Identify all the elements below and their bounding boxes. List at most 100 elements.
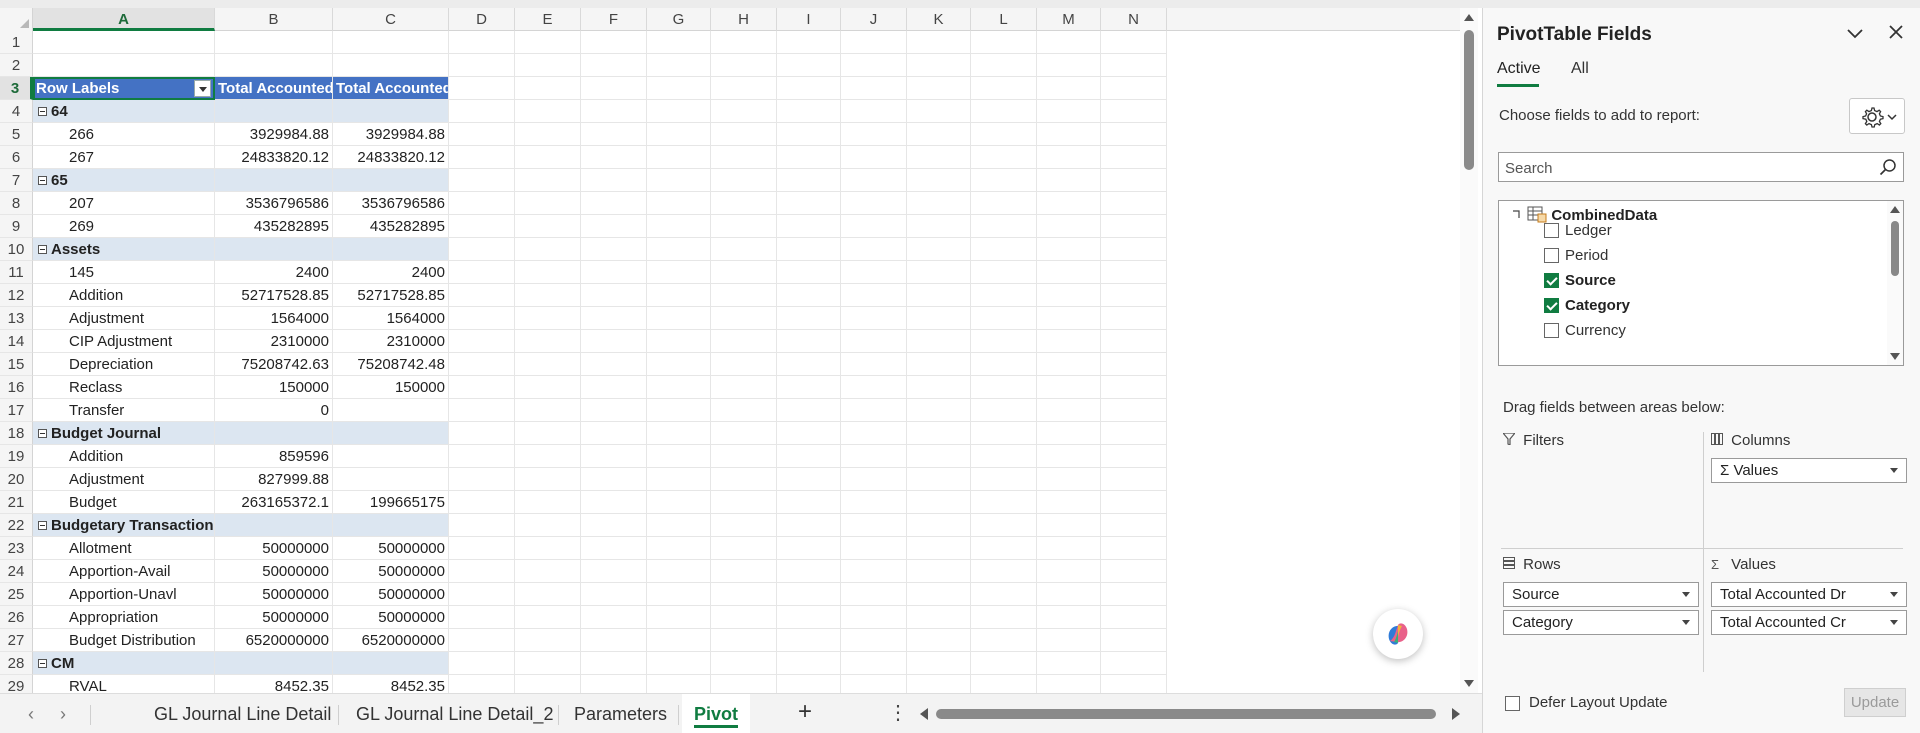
- empty-cell[interactable]: [581, 399, 647, 422]
- empty-cell[interactable]: [515, 284, 581, 307]
- empty-cell[interactable]: [777, 652, 841, 675]
- row-number[interactable]: 15: [0, 353, 33, 376]
- column-header-a[interactable]: A: [33, 8, 215, 31]
- empty-cell[interactable]: [971, 422, 1037, 445]
- empty-cell[interactable]: [1037, 330, 1101, 353]
- empty-cell[interactable]: [841, 468, 907, 491]
- column-header-g[interactable]: G: [647, 8, 711, 31]
- empty-cell[interactable]: [515, 100, 581, 123]
- sheet-tab-gl-journal-line-detail[interactable]: GL Journal Line Detail: [142, 694, 343, 733]
- empty-cell[interactable]: [581, 560, 647, 583]
- empty-cell[interactable]: [1037, 100, 1101, 123]
- scroll-up-icon[interactable]: [1890, 206, 1900, 213]
- cr-value-cell[interactable]: 1564000: [333, 307, 449, 330]
- empty-cell[interactable]: [449, 652, 515, 675]
- empty-cell[interactable]: [841, 422, 907, 445]
- empty-cell[interactable]: [581, 100, 647, 123]
- dr-value-cell[interactable]: 0: [215, 399, 333, 422]
- dr-value-cell[interactable]: 1564000: [215, 307, 333, 330]
- group-cr-cell[interactable]: [333, 514, 449, 537]
- update-button[interactable]: Update: [1844, 688, 1906, 717]
- empty-cell[interactable]: [33, 54, 215, 77]
- column-header-f[interactable]: F: [581, 8, 647, 31]
- empty-cell[interactable]: [449, 629, 515, 652]
- empty-cell[interactable]: [971, 307, 1037, 330]
- empty-cell[interactable]: [841, 284, 907, 307]
- empty-cell[interactable]: [711, 537, 777, 560]
- scroll-left-icon[interactable]: [920, 708, 928, 720]
- empty-cell[interactable]: [215, 54, 333, 77]
- item-label-cell[interactable]: Budget: [33, 491, 215, 514]
- empty-cell[interactable]: [711, 606, 777, 629]
- empty-cell[interactable]: [711, 307, 777, 330]
- group-label-cell[interactable]: Budgetary Transaction: [33, 514, 215, 537]
- empty-cell[interactable]: [449, 31, 515, 54]
- empty-cell[interactable]: [449, 583, 515, 606]
- dr-value-cell[interactable]: 52717528.85: [215, 284, 333, 307]
- empty-cell[interactable]: [907, 54, 971, 77]
- empty-cell[interactable]: [515, 560, 581, 583]
- empty-cell[interactable]: [1037, 491, 1101, 514]
- row-number[interactable]: 6: [0, 146, 33, 169]
- empty-cell[interactable]: [1101, 146, 1167, 169]
- empty-cell[interactable]: [907, 606, 971, 629]
- empty-cell[interactable]: [971, 491, 1037, 514]
- row-number[interactable]: 25: [0, 583, 33, 606]
- group-dr-cell[interactable]: [215, 169, 333, 192]
- empty-cell[interactable]: [1101, 54, 1167, 77]
- field-checkbox[interactable]: [1544, 273, 1559, 288]
- empty-cell[interactable]: [711, 422, 777, 445]
- collapse-icon[interactable]: [38, 107, 47, 116]
- empty-cell[interactable]: [449, 100, 515, 123]
- empty-cell[interactable]: [449, 376, 515, 399]
- empty-cell[interactable]: [515, 491, 581, 514]
- spreadsheet-grid[interactable]: ABCDEFGHIJKLMN 1 2 3 Row Labels Total Accoun…: [0, 8, 1460, 693]
- empty-cell[interactable]: [1101, 330, 1167, 353]
- collapse-icon[interactable]: [38, 176, 47, 185]
- empty-cell[interactable]: [449, 146, 515, 169]
- row-number[interactable]: 24: [0, 560, 33, 583]
- empty-cell[interactable]: [777, 468, 841, 491]
- empty-cell[interactable]: [777, 307, 841, 330]
- copilot-button[interactable]: [1373, 609, 1423, 659]
- empty-cell[interactable]: [581, 652, 647, 675]
- empty-cell[interactable]: [1101, 238, 1167, 261]
- field-list-scrollbar[interactable]: [1887, 201, 1903, 365]
- dr-value-cell[interactable]: 2400: [215, 261, 333, 284]
- empty-cell[interactable]: [971, 629, 1037, 652]
- empty-cell[interactable]: [971, 606, 1037, 629]
- tab-all[interactable]: All: [1571, 60, 1589, 78]
- empty-cell[interactable]: [1101, 491, 1167, 514]
- empty-cell[interactable]: [711, 514, 777, 537]
- empty-cell[interactable]: [841, 652, 907, 675]
- item-label-cell[interactable]: Transfer: [33, 399, 215, 422]
- empty-cell[interactable]: [449, 215, 515, 238]
- empty-cell[interactable]: [907, 284, 971, 307]
- empty-cell[interactable]: [515, 468, 581, 491]
- empty-cell[interactable]: [777, 284, 841, 307]
- item-label-cell[interactable]: CIP Adjustment: [33, 330, 215, 353]
- empty-cell[interactable]: [449, 261, 515, 284]
- empty-cell[interactable]: [647, 100, 711, 123]
- row-number[interactable]: 12: [0, 284, 33, 307]
- dr-value-cell[interactable]: 75208742.63: [215, 353, 333, 376]
- empty-cell[interactable]: [1037, 284, 1101, 307]
- empty-cell[interactable]: [1101, 100, 1167, 123]
- empty-cell[interactable]: [581, 353, 647, 376]
- category-chip[interactable]: Category: [1503, 610, 1699, 635]
- empty-cell[interactable]: [647, 376, 711, 399]
- total-cr-chip[interactable]: Total Accounted Cr: [1711, 610, 1907, 635]
- scroll-down-icon[interactable]: [1890, 353, 1900, 360]
- empty-cell[interactable]: [711, 376, 777, 399]
- group-cr-cell[interactable]: [333, 422, 449, 445]
- empty-cell[interactable]: [449, 491, 515, 514]
- cr-value-cell[interactable]: 50000000: [333, 583, 449, 606]
- empty-cell[interactable]: [515, 629, 581, 652]
- select-all-corner[interactable]: [0, 8, 33, 31]
- empty-cell[interactable]: [515, 330, 581, 353]
- empty-cell[interactable]: [581, 606, 647, 629]
- empty-cell[interactable]: [647, 284, 711, 307]
- cr-value-cell[interactable]: 50000000: [333, 560, 449, 583]
- group-dr-cell[interactable]: [215, 100, 333, 123]
- empty-cell[interactable]: [647, 422, 711, 445]
